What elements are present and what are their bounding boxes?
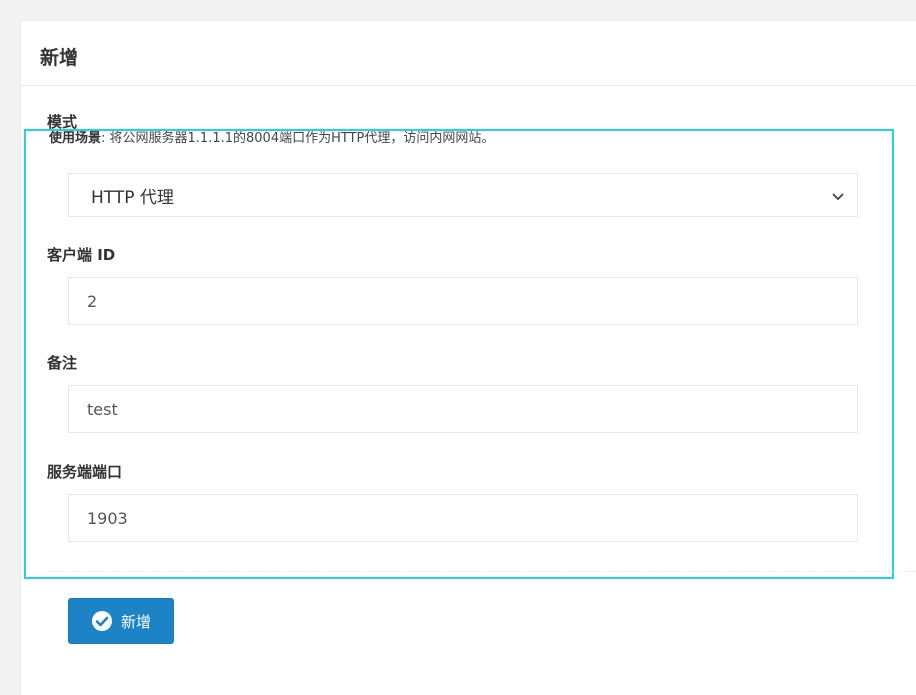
server-port-input[interactable]: 1903	[68, 494, 858, 542]
client-id-label: 客户端 ID	[47, 246, 116, 264]
remark-value: test	[87, 399, 118, 419]
form-panel: 新增	[20, 20, 916, 695]
client-id-value: 2	[87, 291, 98, 311]
chevron-down-icon	[831, 188, 845, 202]
mode-hint-text: : 将公网服务器1.1.1.1的8004端口作为HTTP代理，访问内网网站。	[101, 131, 495, 146]
submit-button-label: 新增	[120, 612, 151, 631]
submit-button[interactable]: 新增	[68, 598, 174, 644]
check-circle-icon	[91, 610, 113, 632]
remark-input[interactable]: test	[68, 385, 858, 433]
mode-hint: 使用场景: 将公网服务器1.1.1.1的8004端口作为HTTP代理，访问内网网…	[49, 127, 494, 146]
page-title: 新增	[40, 47, 79, 69]
client-id-input[interactable]: 2	[68, 277, 858, 325]
title-divider	[21, 85, 916, 86]
mode-select-value: HTTP 代理	[91, 187, 174, 208]
server-port-label: 服务端端口	[47, 463, 123, 481]
remark-label: 备注	[47, 354, 78, 372]
form-divider	[47, 571, 916, 572]
server-port-value: 1903	[87, 508, 128, 528]
mode-hint-label: 使用场景	[49, 131, 102, 146]
mode-select[interactable]: HTTP 代理	[68, 173, 858, 217]
